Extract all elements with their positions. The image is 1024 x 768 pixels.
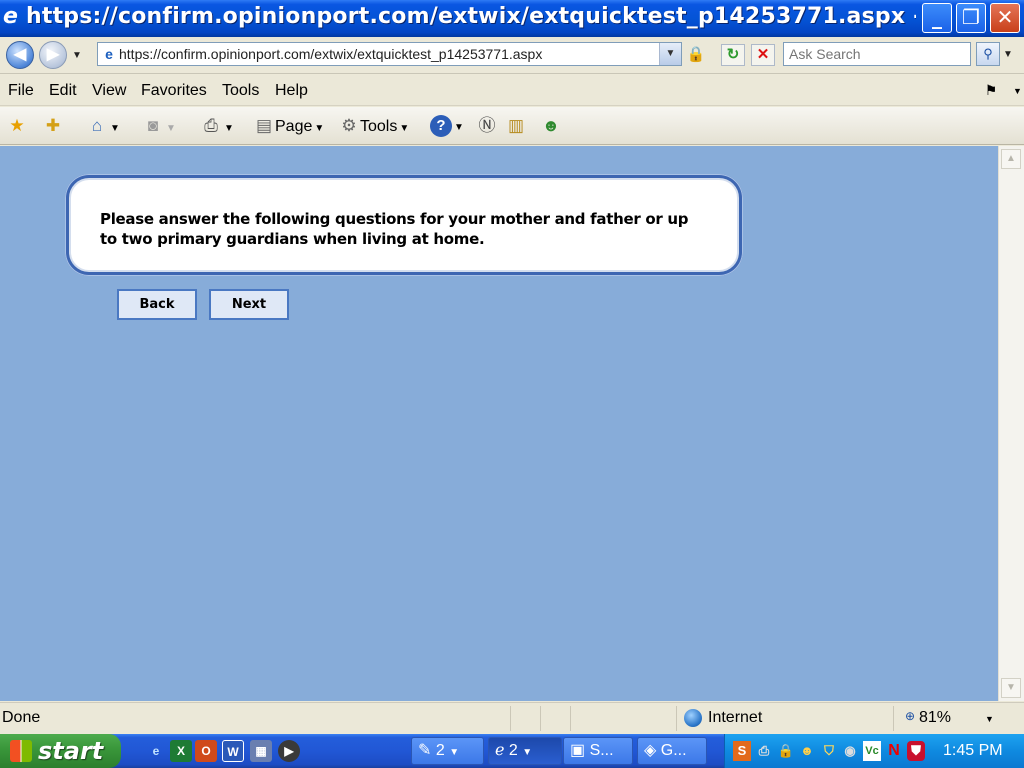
zoom-level[interactable]: 81%: [919, 709, 951, 727]
recent-pages-dropdown[interactable]: ▼: [72, 50, 82, 61]
page-favicon-icon: e: [105, 46, 113, 62]
menu-favorites[interactable]: Favorites: [141, 82, 207, 100]
taskbar-group-folders[interactable]: ✎ 2 ▼: [411, 737, 484, 765]
taskbar-clock[interactable]: 1:45 PM: [943, 742, 1003, 760]
title-bar[interactable]: e https://confirm.opinionport.com/extwix…: [0, 0, 1024, 37]
messenger-icon[interactable]: ☻: [540, 115, 562, 137]
start-label: start: [38, 737, 104, 765]
next-button[interactable]: Next: [209, 289, 289, 320]
menu-file[interactable]: File: [8, 82, 34, 100]
folder-icon: ✎: [418, 742, 436, 759]
status-text: Done: [2, 709, 41, 726]
forward-nav-button[interactable]: ▶: [39, 41, 67, 69]
security-zone[interactable]: Internet: [708, 709, 762, 727]
start-button[interactable]: start: [0, 734, 121, 768]
tray-vc-icon[interactable]: Vc: [863, 741, 881, 761]
menu-help[interactable]: Help: [275, 82, 308, 100]
paint-icon: ◈: [644, 742, 661, 759]
address-field[interactable]: e https://confirm.opinionport.com/extwix…: [97, 42, 682, 66]
word-icon: ▣: [570, 742, 590, 759]
status-divider: [540, 706, 541, 731]
address-url[interactable]: https://confirm.opinionport.com/extwix/e…: [119, 43, 542, 65]
taskbar-group-ie[interactable]: ℯ 2 ▼: [488, 737, 562, 765]
scroll-down-button[interactable]: ▼: [1001, 678, 1021, 698]
media-player-quicklaunch-icon[interactable]: ▶: [278, 740, 300, 762]
favorites-star-icon[interactable]: ★: [6, 115, 28, 137]
vertical-scrollbar[interactable]: ▲ ▼: [998, 146, 1024, 701]
desktop-quicklaunch-icon[interactable]: ▦: [250, 740, 272, 762]
menu-edit[interactable]: Edit: [49, 82, 77, 100]
status-divider: [893, 706, 894, 731]
status-divider: [676, 706, 677, 731]
add-favorite-icon[interactable]: ✚: [42, 115, 64, 137]
ie-icon: ℯ: [495, 742, 509, 759]
status-divider: [570, 706, 571, 731]
print-icon[interactable]: ⎙ ▼: [200, 115, 234, 137]
tools-menu-button[interactable]: ⚙ Tools ▼: [338, 115, 409, 137]
feeds-icon[interactable]: ◙ ▼: [142, 115, 176, 137]
excel-quicklaunch-icon[interactable]: X: [170, 740, 192, 762]
zoom-icon[interactable]: ⊕: [905, 709, 915, 723]
outlook-quicklaunch-icon[interactable]: O: [195, 740, 217, 762]
close-button[interactable]: ✕: [990, 3, 1020, 33]
back-nav-button[interactable]: ◀: [6, 41, 34, 69]
address-dropdown[interactable]: ▼: [659, 43, 681, 65]
research-icon[interactable]: Ⓝ: [476, 115, 498, 137]
scroll-up-button[interactable]: ▲: [1001, 149, 1021, 169]
tray-antivirus-icon[interactable]: ⛊: [907, 741, 925, 761]
status-bar: Done Internet ⊕ 81% ▼: [0, 702, 1024, 733]
tray-lock-icon[interactable]: 🔒: [777, 741, 795, 761]
search-button[interactable]: ⚲: [976, 42, 1000, 66]
home-icon[interactable]: ⌂ ▼: [86, 115, 120, 137]
search-options-dropdown[interactable]: ▼: [1003, 49, 1013, 60]
stop-button[interactable]: ✕: [751, 44, 775, 66]
refresh-button[interactable]: ↻: [721, 44, 745, 66]
status-divider: [510, 706, 511, 731]
word-quicklaunch-icon[interactable]: W: [222, 740, 244, 762]
system-tray: S ⎙ 🔒 ☻ ⛉ ◉ Vc N ⛊ 1:45 PM: [724, 734, 1024, 768]
command-bar: ★ ✚ ⌂ ▼ ◙ ▼ ⎙ ▼ ▤ Page ▼ ⚙ Tools ▼ ? ▼ Ⓝ ▥ ☻: [0, 107, 1024, 145]
menu-tools[interactable]: Tools: [222, 82, 259, 100]
search-input[interactable]: [783, 42, 971, 66]
question-text: Please answer the following questions fo…: [100, 210, 689, 248]
menu-bar: File Edit View Favorites Tools Help ⚑ ▼: [0, 75, 1024, 106]
tray-speaker-icon[interactable]: ◉: [841, 741, 859, 761]
page-icon: ▤: [255, 116, 273, 135]
taskbar-paint[interactable]: ◈ G...: [637, 737, 707, 765]
help-icon[interactable]: ? ▼: [430, 115, 464, 137]
internet-globe-icon: [684, 709, 702, 727]
gear-icon: ⚙: [341, 116, 357, 135]
tray-n-icon[interactable]: N: [885, 741, 903, 761]
ie-quicklaunch-icon[interactable]: e: [145, 740, 167, 762]
taskbar: start e X O W ▦ ▶ ✎ 2 ▼ ℯ 2 ▼ ▣ S... ◈ G…: [0, 734, 1024, 768]
address-toolbar: ◀ ▶ ▼ e https://confirm.opinionport.com/…: [0, 37, 1024, 74]
windows-logo-icon: [10, 740, 32, 762]
minimize-button[interactable]: _: [922, 3, 952, 33]
question-box: Please answer the following questions fo…: [65, 174, 743, 276]
taskbar-word[interactable]: ▣ S...: [563, 737, 633, 765]
windows-flag-icon[interactable]: ⚑: [981, 82, 1001, 100]
page-menu-button[interactable]: ▤ Page ▼: [253, 115, 324, 137]
tray-user-icon[interactable]: ☻: [798, 741, 816, 761]
tray-app-icon[interactable]: S: [733, 741, 751, 761]
zoom-dropdown[interactable]: ▼: [985, 714, 994, 724]
maximize-button[interactable]: ❐: [956, 3, 986, 33]
tray-printer-icon[interactable]: ⎙: [755, 741, 773, 761]
menu-view[interactable]: View: [92, 82, 126, 100]
back-button[interactable]: Back: [117, 289, 197, 320]
ie-logo-icon: e: [3, 4, 18, 29]
lock-icon[interactable]: 🔒: [686, 45, 706, 65]
window-title: https://confirm.opinionport.com/extwix/e…: [26, 4, 916, 29]
question-box-inner: Please answer the following questions fo…: [69, 178, 739, 272]
flag-dropdown[interactable]: ▼: [1013, 86, 1022, 96]
translate-icon[interactable]: ▥: [505, 115, 527, 137]
page-content: Please answer the following questions fo…: [0, 146, 998, 701]
tray-shield-icon[interactable]: ⛉: [820, 741, 838, 761]
